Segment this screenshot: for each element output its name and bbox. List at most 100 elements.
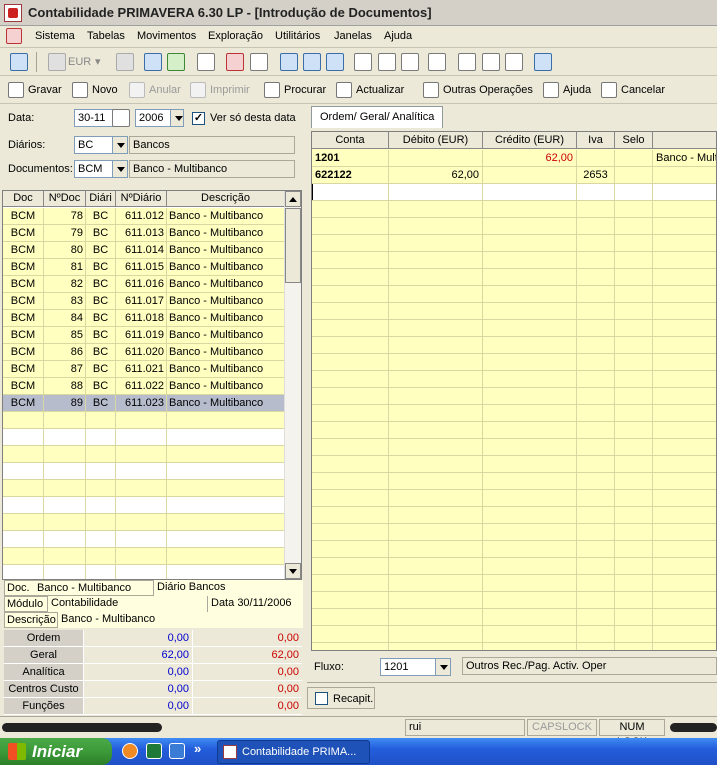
cell-debito[interactable] bbox=[389, 575, 483, 591]
cell-debito[interactable] bbox=[389, 235, 483, 251]
table-row[interactable] bbox=[312, 558, 716, 575]
cell-credito[interactable] bbox=[483, 201, 577, 217]
cell-conta[interactable] bbox=[312, 643, 389, 650]
cell-credito[interactable] bbox=[483, 439, 577, 455]
cell-iva[interactable] bbox=[577, 609, 615, 625]
col-debito[interactable]: Débito (EUR) bbox=[389, 132, 483, 148]
procurar-button[interactable]: Procurar bbox=[264, 81, 326, 99]
cell-desc[interactable] bbox=[653, 643, 716, 650]
diario-code-field[interactable]: BC bbox=[74, 136, 114, 154]
chevron-right-icon[interactable]: » bbox=[194, 741, 201, 756]
cell-credito[interactable] bbox=[483, 371, 577, 387]
table-row[interactable]: BCM 80 BC 611.014 Banco - Multibanco bbox=[3, 242, 285, 259]
chart-icon-2[interactable] bbox=[303, 53, 321, 71]
recapit-checkbox[interactable] bbox=[315, 692, 328, 705]
col-doc[interactable]: Doc bbox=[3, 191, 44, 206]
cell-selo[interactable] bbox=[615, 490, 653, 506]
cell-debito[interactable] bbox=[389, 303, 483, 319]
cell-desc[interactable] bbox=[653, 201, 716, 217]
cell-credito[interactable] bbox=[483, 235, 577, 251]
table-row[interactable] bbox=[312, 405, 716, 422]
document-menu-icon[interactable] bbox=[6, 28, 22, 44]
cell-conta[interactable] bbox=[312, 269, 389, 285]
cell-debito[interactable] bbox=[389, 456, 483, 472]
cell-debito[interactable] bbox=[389, 354, 483, 370]
gravar-button[interactable]: Gravar bbox=[8, 81, 62, 99]
cell-debito[interactable] bbox=[389, 626, 483, 642]
cell-debito[interactable] bbox=[389, 473, 483, 489]
doc-code-field[interactable]: BCM bbox=[74, 160, 114, 178]
table-row[interactable] bbox=[312, 507, 716, 524]
table-row[interactable] bbox=[3, 446, 285, 463]
cell-selo[interactable] bbox=[615, 643, 653, 650]
cell-iva[interactable] bbox=[577, 507, 615, 523]
table-row[interactable] bbox=[312, 201, 716, 218]
table-row[interactable] bbox=[312, 235, 716, 252]
cell-desc[interactable] bbox=[653, 439, 716, 455]
cell-selo[interactable] bbox=[615, 218, 653, 234]
tab-ordem-geral-analitica[interactable]: Ordem/ Geral/ Analítica bbox=[311, 106, 444, 128]
cell-debito[interactable] bbox=[389, 507, 483, 523]
cell-iva[interactable] bbox=[577, 201, 615, 217]
company-icon[interactable] bbox=[10, 53, 28, 71]
graph-icon[interactable] bbox=[505, 53, 523, 71]
cell-debito[interactable] bbox=[389, 184, 483, 200]
cell-desc[interactable] bbox=[653, 456, 716, 472]
table-row[interactable] bbox=[312, 643, 716, 650]
cell-debito[interactable] bbox=[389, 150, 483, 166]
bar-chart-icon[interactable] bbox=[378, 53, 396, 71]
cell-conta[interactable] bbox=[312, 626, 389, 642]
table-row[interactable] bbox=[3, 548, 285, 565]
cell-debito[interactable] bbox=[389, 252, 483, 268]
menu-ajuda[interactable]: Ajuda bbox=[384, 30, 412, 42]
cell-conta[interactable] bbox=[312, 320, 389, 336]
cell-desc[interactable] bbox=[653, 575, 716, 591]
cell-selo[interactable] bbox=[615, 473, 653, 489]
cell-conta[interactable] bbox=[312, 456, 389, 472]
actualizar-button[interactable]: Actualizar bbox=[336, 81, 404, 99]
col-ndiario[interactable]: NºDiário bbox=[116, 191, 167, 206]
cell-conta[interactable] bbox=[312, 218, 389, 234]
table-row[interactable] bbox=[312, 337, 716, 354]
new-doc-icon[interactable] bbox=[226, 53, 244, 71]
cell-credito[interactable] bbox=[483, 218, 577, 234]
table-row[interactable] bbox=[312, 524, 716, 541]
cell-selo[interactable] bbox=[615, 541, 653, 557]
cell-selo[interactable] bbox=[615, 337, 653, 353]
cell-credito[interactable] bbox=[483, 456, 577, 472]
table-row[interactable]: 622122 62,00 2653 bbox=[312, 167, 716, 184]
cell-debito[interactable]: 62,00 bbox=[389, 167, 483, 183]
cell-iva[interactable] bbox=[577, 218, 615, 234]
cell-desc[interactable] bbox=[653, 592, 716, 608]
cell-credito[interactable] bbox=[483, 269, 577, 285]
table-row[interactable] bbox=[312, 473, 716, 490]
cell-iva[interactable] bbox=[577, 371, 615, 387]
menu-utilitarios[interactable]: Utilitários bbox=[275, 30, 320, 42]
cell-conta[interactable] bbox=[312, 541, 389, 557]
cell-selo[interactable] bbox=[615, 439, 653, 455]
cell-debito[interactable] bbox=[389, 201, 483, 217]
table-row[interactable]: BCM 86 BC 611.020 Banco - Multibanco bbox=[3, 344, 285, 361]
cell-credito[interactable] bbox=[483, 388, 577, 404]
cell-credito[interactable] bbox=[483, 286, 577, 302]
cell-selo[interactable] bbox=[615, 558, 653, 574]
cell-iva[interactable] bbox=[577, 303, 615, 319]
cell-iva[interactable] bbox=[577, 490, 615, 506]
cell-credito[interactable] bbox=[483, 184, 577, 200]
scroll-down-icon[interactable] bbox=[285, 563, 301, 579]
cell-iva[interactable] bbox=[577, 575, 615, 591]
cell-conta[interactable] bbox=[312, 473, 389, 489]
cell-debito[interactable] bbox=[389, 337, 483, 353]
cell-conta[interactable] bbox=[312, 507, 389, 523]
cell-selo[interactable] bbox=[615, 303, 653, 319]
cancelar-button[interactable]: Cancelar bbox=[601, 81, 665, 99]
cell-desc[interactable] bbox=[653, 609, 716, 625]
cell-iva[interactable] bbox=[577, 150, 615, 166]
cell-selo[interactable] bbox=[615, 354, 653, 370]
taskbar-window-button[interactable]: Contabilidade PRIMA... bbox=[217, 740, 370, 764]
table-row[interactable] bbox=[3, 565, 285, 579]
cell-selo[interactable] bbox=[615, 320, 653, 336]
cell-selo[interactable] bbox=[615, 609, 653, 625]
menu-janelas[interactable]: Janelas bbox=[334, 30, 372, 42]
cell-iva[interactable] bbox=[577, 388, 615, 404]
